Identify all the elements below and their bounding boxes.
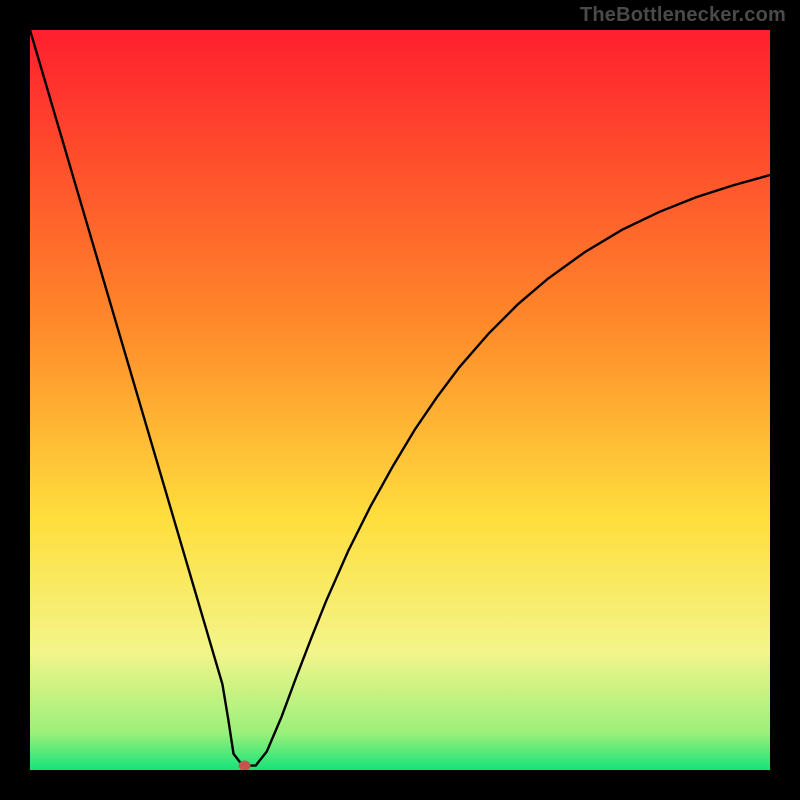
watermark-text: TheBottlenecker.com bbox=[580, 4, 786, 27]
gradient-background bbox=[30, 30, 770, 770]
plot-area bbox=[30, 30, 770, 770]
chart-svg bbox=[30, 30, 770, 770]
chart-frame: TheBottlenecker.com bbox=[0, 0, 800, 800]
